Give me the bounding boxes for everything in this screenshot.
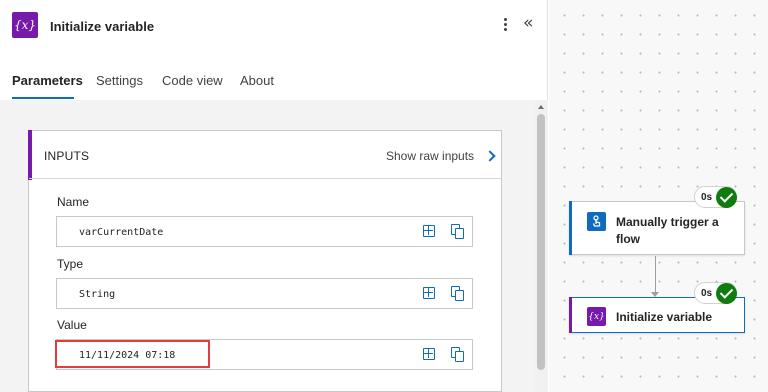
node-label-line1: Initialize variable <box>616 310 713 324</box>
show-raw-inputs-label: Show raw inputs <box>386 149 475 163</box>
name-value: varCurrentDate <box>79 227 164 238</box>
duration-label: 0s <box>701 287 713 299</box>
flow-node-manual-trigger[interactable]: Manually trigger a flow <box>569 201 745 255</box>
tab-parameters[interactable]: Parameters <box>12 73 83 88</box>
type-value: String <box>79 289 116 300</box>
success-check-icon <box>716 186 738 208</box>
tab-about[interactable]: About <box>240 73 274 88</box>
tab-bar: Parameters Settings Code view About <box>0 66 548 100</box>
status-badge: 0s <box>694 282 738 304</box>
chevron-right-icon <box>484 150 496 162</box>
type-label: Type <box>57 257 84 271</box>
copy-icon[interactable] <box>451 224 465 239</box>
value-highlight-box <box>55 340 210 368</box>
variable-icon: {x} <box>587 307 606 326</box>
node-accent-bar <box>569 297 572 333</box>
vertical-scrollbar[interactable] <box>534 100 548 392</box>
flow-connector <box>655 256 656 294</box>
copy-icon[interactable] <box>451 286 465 301</box>
expand-table-icon[interactable] <box>423 225 435 237</box>
type-field[interactable]: String <box>56 278 473 309</box>
status-badge: 0s <box>694 186 738 208</box>
tab-code-view[interactable]: Code view <box>162 73 223 88</box>
node-accent-bar <box>569 201 572 255</box>
active-tab-indicator <box>12 97 74 99</box>
show-raw-inputs-link[interactable]: Show raw inputs <box>386 149 496 163</box>
touch-icon <box>587 212 606 231</box>
node-label-line1: Manually trigger a <box>616 215 719 229</box>
inputs-card-header: INPUTS Show raw inputs <box>29 131 501 179</box>
variable-icon: {x} <box>12 12 38 38</box>
copy-icon[interactable] <box>451 347 465 362</box>
value-label: Value <box>57 318 87 332</box>
inputs-title: INPUTS <box>44 149 90 163</box>
node-label-line2: flow <box>616 232 640 246</box>
expand-table-icon[interactable] <box>423 287 435 299</box>
success-check-icon <box>716 282 738 304</box>
tab-settings[interactable]: Settings <box>96 73 143 88</box>
expand-table-icon[interactable] <box>423 348 435 360</box>
details-panel: {x} Initialize variable « Parameters Set… <box>0 0 548 392</box>
name-label: Name <box>57 195 90 209</box>
parameters-content: INPUTS Show raw inputs Name varCurrentDa… <box>0 100 548 392</box>
scroll-up-arrow-icon[interactable] <box>538 105 544 109</box>
panel-title: Initialize variable <box>50 19 155 34</box>
duration-label: 0s <box>701 191 713 203</box>
inputs-card: INPUTS Show raw inputs Name varCurrentDa… <box>28 130 502 392</box>
name-field[interactable]: varCurrentDate <box>56 216 473 247</box>
collapse-panel-icon[interactable]: « <box>523 13 533 33</box>
scrollbar-thumb[interactable] <box>537 114 545 370</box>
panel-header: {x} Initialize variable « <box>0 0 548 56</box>
more-options-icon[interactable] <box>498 14 512 34</box>
